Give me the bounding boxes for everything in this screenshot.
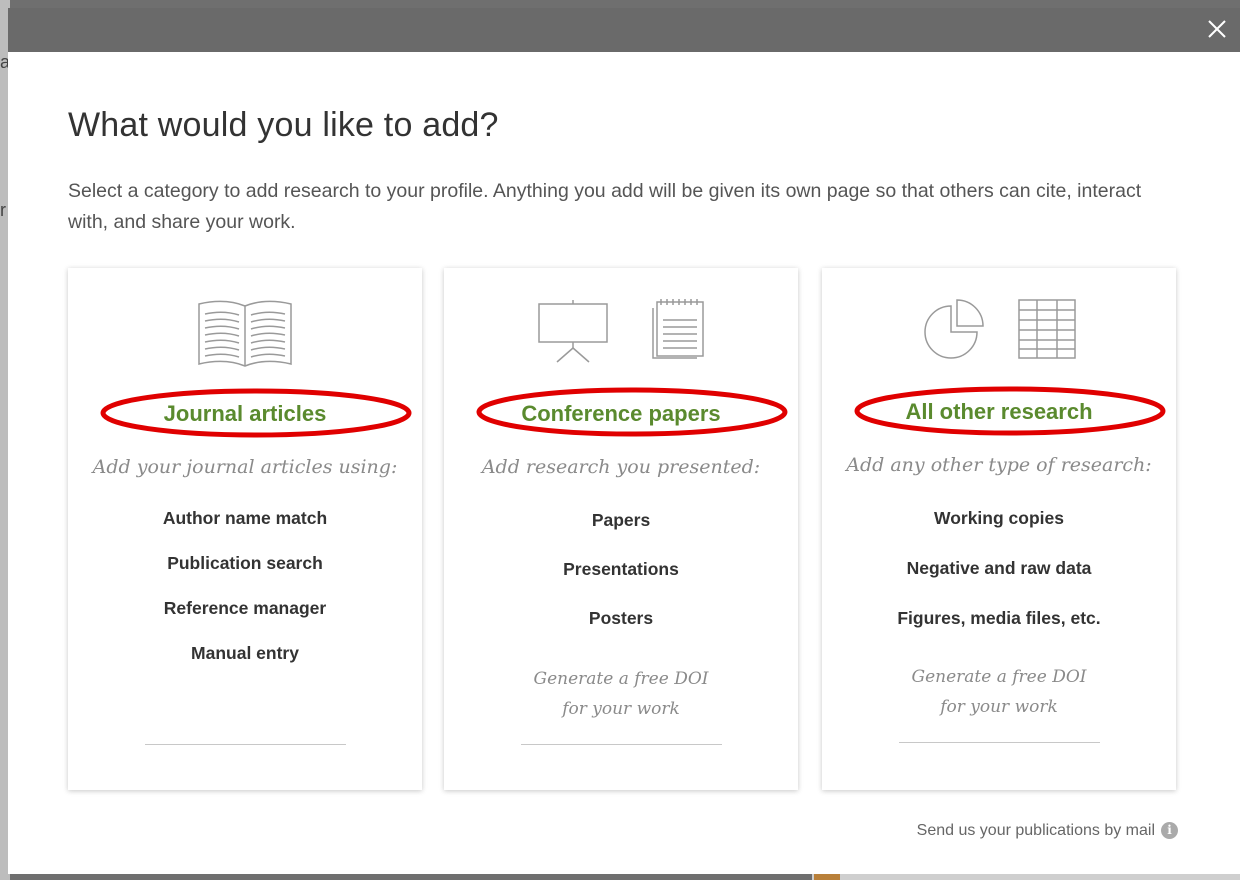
mail-link-label: Send us your publications by mail (916, 822, 1155, 839)
card-journal-articles[interactable]: Journal articles Add your journal articl… (68, 268, 422, 790)
card-all-other-research[interactable]: All other research Add any other type of… (822, 268, 1176, 790)
divider (521, 744, 722, 745)
background-text-fragment: r (0, 200, 6, 220)
option-publication-search[interactable]: Publication search (68, 553, 422, 598)
divider (899, 742, 1100, 743)
option-posters[interactable]: Posters (444, 608, 798, 657)
option-working-copies[interactable]: Working copies (822, 508, 1176, 558)
card-subtitle: Add your journal articles using: (92, 456, 398, 478)
close-icon (1208, 20, 1226, 38)
card-icons (68, 298, 422, 368)
grid-table-icon (1018, 299, 1077, 359)
doi-note: Generate a free DOI for your work (822, 662, 1176, 722)
doi-note-line: Generate a free DOI (911, 667, 1087, 687)
option-presentations[interactable]: Presentations (444, 559, 798, 608)
pie-chart-icon (923, 299, 984, 359)
info-icon[interactable]: i (1161, 822, 1178, 839)
option-negative-raw-data[interactable]: Negative and raw data (822, 558, 1176, 608)
option-author-name-match[interactable]: Author name match (68, 508, 422, 553)
add-research-modal: What would you like to add? Select a cat… (8, 52, 1240, 874)
presentation-board-icon (537, 300, 608, 363)
option-manual-entry[interactable]: Manual entry (68, 643, 422, 688)
doi-note-line: for your work (940, 697, 1058, 717)
card-title[interactable]: All other research (822, 399, 1176, 425)
option-list: Papers Presentations Posters (444, 510, 798, 657)
send-publications-by-mail-link[interactable]: Send us your publications by mail i (917, 822, 1178, 840)
option-list: Working copies Negative and raw data Fig… (822, 508, 1176, 658)
card-icons (444, 298, 798, 368)
doi-note-line: for your work (562, 699, 680, 719)
notepad-icon (652, 299, 705, 359)
open-book-icon (198, 300, 292, 367)
card-subtitle: Add research you presented: (481, 456, 761, 478)
option-list: Author name match Publication search Ref… (68, 508, 422, 688)
doi-note: Generate a free DOI for your work (444, 664, 798, 724)
modal-intro-text: Select a category to add research to you… (68, 180, 1142, 233)
card-icons (822, 298, 1176, 368)
card-conference-papers[interactable]: Conference papers Add research you prese… (444, 268, 798, 790)
option-figures-media-files[interactable]: Figures, media files, etc. (822, 608, 1176, 658)
card-title[interactable]: Journal articles (68, 401, 422, 427)
modal-header-bar (8, 8, 1240, 52)
option-papers[interactable]: Papers (444, 510, 798, 559)
modal-title: What would you like to add? (68, 106, 499, 144)
option-reference-manager[interactable]: Reference manager (68, 598, 422, 643)
doi-note-line: Generate a free DOI (533, 669, 709, 689)
divider (145, 744, 346, 745)
card-subtitle: Add any other type of research: (846, 454, 1152, 476)
close-button[interactable] (1204, 16, 1230, 42)
card-title[interactable]: Conference papers (444, 401, 798, 427)
